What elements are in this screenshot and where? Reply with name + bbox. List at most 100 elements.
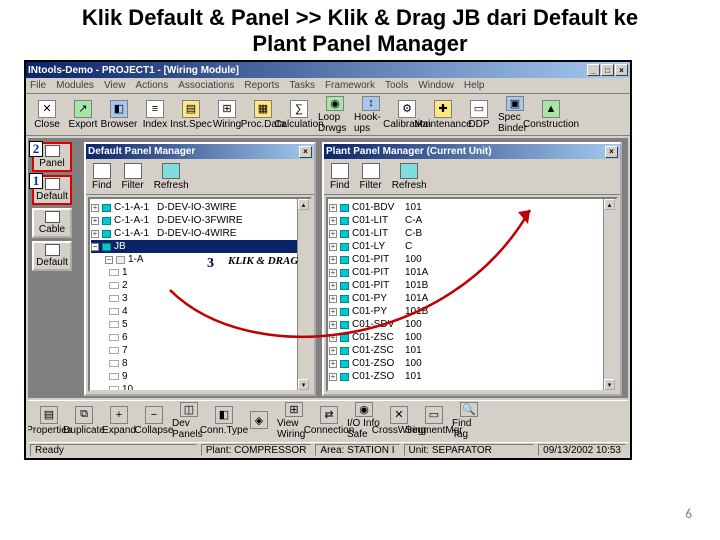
calculation-icon: ∑ xyxy=(290,100,308,118)
default-panel-titlebar[interactable]: Default Panel Manager × xyxy=(86,144,314,159)
tree-row[interactable]: +C01-PIT100 xyxy=(329,253,615,266)
panel-btn-find[interactable]: Find xyxy=(330,163,349,191)
toolbar-ddp[interactable]: ▭DDP xyxy=(462,96,496,134)
menu-window[interactable]: Window xyxy=(418,80,454,91)
default-panel-tree[interactable]: +C-1-A-1D-DEV-IO-3WIRE+C-1-A-1D-DEV-IO-3… xyxy=(88,197,312,392)
menu-view[interactable]: View xyxy=(104,80,126,91)
tree-row[interactable]: +C01-PY101B xyxy=(329,305,615,318)
menu-associations[interactable]: Associations xyxy=(178,80,234,91)
menu-framework[interactable]: Framework xyxy=(325,80,375,91)
btoolbar-item[interactable]: ◈ xyxy=(242,402,276,440)
menu-file[interactable]: File xyxy=(30,80,46,91)
tree-row[interactable]: +C-1-A-1D-DEV-IO-3WIRE xyxy=(91,201,309,214)
minimize-button[interactable]: _ xyxy=(587,64,600,76)
scroll-up-icon[interactable]: ▴ xyxy=(298,199,309,210)
statusbar: Ready Plant: COMPRESSOR Area: STATION I … xyxy=(28,442,628,456)
tree-row[interactable]: +C01-ZSO101 xyxy=(329,370,615,383)
tree-row[interactable]: +C01-SDV100 xyxy=(329,318,615,331)
plant-panel-titlebar[interactable]: Plant Panel Manager (Current Unit) × xyxy=(324,144,620,159)
scroll-down-icon[interactable]: ▾ xyxy=(604,379,615,390)
menubar: File Modules View Actions Associations Report… xyxy=(26,78,630,94)
find-icon xyxy=(331,163,349,179)
btoolbar-collapse[interactable]: −Collapse xyxy=(137,402,171,440)
toolbar-inst-spec[interactable]: ▤Inst.Spec xyxy=(174,96,208,134)
menu-help[interactable]: Help xyxy=(464,80,485,91)
btoolbar-icon: ▭ xyxy=(425,406,443,424)
menu-reports[interactable]: Reports xyxy=(244,80,279,91)
toolbar-construction[interactable]: ▲Construction xyxy=(534,96,568,134)
sidebar-label: Cable xyxy=(39,224,65,235)
status-unit: Unit: SEPARATOR xyxy=(404,444,535,456)
tree-row[interactable]: +C01-LITC-A xyxy=(329,214,615,227)
plant-panel-tree[interactable]: +C01-BDV101+C01-LITC-A+C01-LITC-B+C01-LY… xyxy=(326,197,618,392)
sidebar-label: Default xyxy=(36,191,68,202)
tree-row[interactable]: +C01-LITC-B xyxy=(329,227,615,240)
btoolbar-properties[interactable]: ▤Properties xyxy=(32,402,66,440)
tree-child[interactable]: 2 xyxy=(109,279,309,292)
panel-btn-refresh[interactable]: Refresh xyxy=(154,163,189,191)
scrollbar[interactable]: ▴ ▾ xyxy=(297,199,310,390)
btoolbar-conn-type[interactable]: ◧Conn.Type xyxy=(207,402,241,440)
tree-row[interactable]: +C-1-A-1D-DEV-IO-3FWIRE xyxy=(91,214,309,227)
panel-close-icon[interactable]: × xyxy=(299,146,312,158)
tree-row[interactable]: +C01-PY101A xyxy=(329,292,615,305)
menu-tasks[interactable]: Tasks xyxy=(289,80,315,91)
slide-number: 6 xyxy=(685,507,692,522)
toolbar-close[interactable]: ✕Close xyxy=(30,96,64,134)
plant-panel-window: Plant Panel Manager (Current Unit) × Fin… xyxy=(322,142,622,396)
toolbar-browser[interactable]: ◧Browser xyxy=(102,96,136,134)
toolbar-wiring[interactable]: ⊞Wiring xyxy=(210,96,244,134)
btoolbar-expand[interactable]: +Expand xyxy=(102,402,136,440)
btoolbar-find-tag[interactable]: 🔍Find Tag xyxy=(452,402,486,440)
tree-row[interactable]: +C01-LYC xyxy=(329,240,615,253)
tree-child[interactable]: 6 xyxy=(109,331,309,344)
btoolbar-duplicate[interactable]: ⧉Duplicate xyxy=(67,402,101,440)
tree-row[interactable]: +C01-ZSC100 xyxy=(329,331,615,344)
btoolbar-connection[interactable]: ⇄Connection xyxy=(312,402,346,440)
tree-child[interactable]: 5 xyxy=(109,318,309,331)
tree-child[interactable]: 8 xyxy=(109,357,309,370)
toolbar-index[interactable]: ≡Index xyxy=(138,96,172,134)
tree-child[interactable]: 4 xyxy=(109,305,309,318)
sidebar-item-default2[interactable]: Default xyxy=(32,241,72,271)
panel-btn-filter[interactable]: Filter xyxy=(359,163,381,191)
maximize-button[interactable]: □ xyxy=(601,64,614,76)
tree-child[interactable]: 9 xyxy=(109,370,309,383)
tree-row[interactable]: +C01-ZSO100 xyxy=(329,357,615,370)
btoolbar-icon: ⇄ xyxy=(320,406,338,424)
menu-actions[interactable]: Actions xyxy=(135,80,168,91)
proc.data-icon: ▦ xyxy=(254,100,272,118)
tree-row[interactable]: +C01-ZSC101 xyxy=(329,344,615,357)
panel-close-icon[interactable]: × xyxy=(605,146,618,158)
badge-2: 2 xyxy=(29,141,43,157)
wiring-icon: ⊞ xyxy=(218,100,236,118)
close-icon: ✕ xyxy=(38,100,56,118)
scroll-up-icon[interactable]: ▴ xyxy=(604,199,615,210)
panel-btn-refresh[interactable]: Refresh xyxy=(392,163,427,191)
scroll-down-icon[interactable]: ▾ xyxy=(298,379,309,390)
btoolbar-segmentmgr[interactable]: ▭SegmentMgr xyxy=(417,402,451,440)
panel-btn-find[interactable]: Find xyxy=(92,163,111,191)
refresh-icon xyxy=(400,163,418,179)
tree-row[interactable]: +C01-BDV101 xyxy=(329,201,615,214)
btoolbar-icon: ◈ xyxy=(250,411,268,429)
tree-row[interactable]: +C01-PIT101B xyxy=(329,279,615,292)
toolbar-calculation[interactable]: ∑Calculation xyxy=(282,96,316,134)
scrollbar[interactable]: ▴ ▾ xyxy=(603,199,616,390)
tree-child[interactable]: 7 xyxy=(109,344,309,357)
plant-panel-title: Plant Panel Manager (Current Unit) xyxy=(326,146,492,157)
tree-child[interactable]: 3 xyxy=(109,292,309,305)
close-button[interactable]: × xyxy=(615,64,628,76)
tree-row-selected[interactable]: −JB xyxy=(91,240,309,253)
panel-btn-filter[interactable]: Filter xyxy=(121,163,143,191)
tree-row[interactable]: +C01-PIT101A xyxy=(329,266,615,279)
menu-modules[interactable]: Modules xyxy=(56,80,94,91)
menu-tools[interactable]: Tools xyxy=(385,80,408,91)
toolbar-export[interactable]: ↗Export xyxy=(66,96,100,134)
toolbar-maintenance[interactable]: ✚Maintenance xyxy=(426,96,460,134)
tree-row[interactable]: +C-1-A-1D-DEV-IO-4WIRE xyxy=(91,227,309,240)
tree-child[interactable]: 10 xyxy=(109,383,309,392)
toolbar-loop-drwgs[interactable]: ◉Loop Drwgs xyxy=(318,96,352,134)
find-icon xyxy=(93,163,111,179)
sidebar-item-cable[interactable]: Cable xyxy=(32,208,72,238)
